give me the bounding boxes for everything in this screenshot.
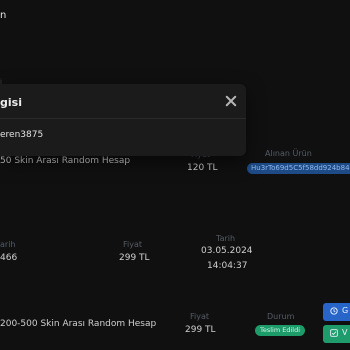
status-label: Durum [267,312,295,321]
date-label: Tarih [216,234,236,243]
modal-title: gisi [0,96,22,109]
button-label: G [342,306,349,315]
price-label: Fiyat [123,240,143,249]
button-label: V [342,328,348,337]
check-icon [330,329,338,337]
username-value: eren3875 [0,130,44,140]
modal-divider [0,118,246,119]
confirm-button[interactable]: V [323,325,350,343]
clock-icon [330,307,338,315]
price-value: 299 TL [185,325,216,335]
view-order-button[interactable]: G [323,303,350,321]
item-code-badge[interactable]: Hu3rTo69d5C5f58dd924b84 [247,163,350,174]
account-info-modal: gisi eren3875 [0,84,246,156]
status-badge: Teslim Edildi [255,325,306,336]
price-label: Fiyat [190,312,210,321]
product-name: 200-500 Skin Arası Random Hesap [0,319,157,329]
product-name: 50 Skin Arası Random Hesap [0,156,131,166]
item-label: Alınan Ürün [265,149,312,158]
date-value: 03.05.2024 [201,246,253,256]
id-label: arih [0,240,16,249]
id-value: 466 [0,253,18,263]
page-title: n [0,10,7,21]
price-value: 299 TL [119,253,150,263]
price-value: 120 TL [187,163,218,173]
close-icon[interactable] [224,94,238,108]
time-value: 14:04:37 [207,261,248,271]
